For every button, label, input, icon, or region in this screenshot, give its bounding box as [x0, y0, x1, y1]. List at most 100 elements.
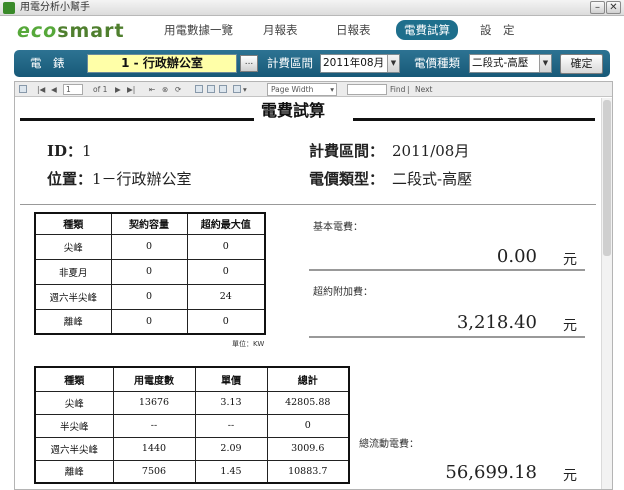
column-header: 總計: [266, 366, 350, 392]
page-number-input[interactable]: 1: [63, 84, 83, 95]
print-icon[interactable]: [195, 85, 203, 93]
table-row: 週六半尖峰 1440 2.09 3009.6: [34, 436, 350, 461]
basic-fee-label: 基本電費：: [313, 222, 363, 233]
rate-type-label: 電價種類: [414, 56, 460, 70]
next-link[interactable]: Next: [415, 82, 432, 97]
previous-page-icon[interactable]: ◀: [51, 82, 57, 97]
last-page-icon[interactable]: ▶|: [127, 82, 135, 97]
id-label: ID：: [47, 142, 83, 160]
table-cell: 尖峰: [34, 390, 114, 415]
find-input[interactable]: [347, 84, 387, 95]
page-count: of 1: [93, 85, 108, 94]
table-cell: 0: [266, 413, 350, 438]
overage-fee-value: 3,218.40: [456, 312, 537, 333]
find-link[interactable]: Find: [390, 82, 405, 97]
title-rule-left: [20, 118, 254, 121]
toggle-sidebar-icon[interactable]: [19, 85, 27, 93]
id-row: ID：1: [47, 142, 92, 160]
variable-fee-unit: 元: [563, 468, 577, 484]
table-cell: 非夏月: [34, 258, 112, 285]
nav-monthly-report[interactable]: 月報表: [263, 20, 298, 40]
first-page-icon[interactable]: |◀: [37, 82, 45, 97]
chevron-down-icon: ▾: [330, 85, 334, 94]
location-value: 1－行政辦公室: [92, 170, 192, 188]
table-row: 半尖峰 -- -- 0: [34, 413, 350, 438]
meter-browse-button[interactable]: ...: [240, 55, 258, 72]
export-icon[interactable]: [233, 85, 241, 93]
variable-fee-label: 總流動電費：: [359, 439, 419, 450]
table-cell: 0: [186, 233, 266, 260]
table-cell: 42805.88: [266, 390, 350, 415]
table-cell: 13676: [112, 390, 196, 415]
table-cell: 0: [110, 308, 188, 335]
location-row: 位置：1－行政辦公室: [47, 170, 192, 188]
column-header: 單價: [194, 366, 268, 392]
contract-capacity-table: 種類 契約容量 超約最大值 尖峰 0 0 非夏月 0 0 週六半尖峰 0 24 …: [34, 212, 266, 335]
minimize-button[interactable]: –: [590, 1, 605, 14]
nav-daily-report[interactable]: 日報表: [336, 20, 371, 40]
table-cell: 半尖峰: [34, 413, 114, 438]
report-toolbar: |◀ ◀ 1 of 1 ▶ ▶| ⇤ ⊗ ⟳ ▾ Page Width ▾ Fi…: [15, 82, 612, 97]
usage-table: 種類 用電度數 單價 總計 尖峰 13676 3.13 42805.88 半尖峰…: [34, 366, 350, 484]
table-cell: 尖峰: [34, 233, 112, 260]
rate-type-select[interactable]: 二段式-高壓 ▼: [469, 54, 552, 73]
table-cell: 週六半尖峰: [34, 436, 114, 461]
location-label: 位置：: [47, 170, 93, 188]
basic-fee-rule: [309, 269, 585, 271]
confirm-button[interactable]: 確定: [560, 54, 603, 74]
basic-fee-unit: 元: [563, 252, 577, 268]
title-rule-right: [353, 118, 595, 121]
column-header: 種類: [34, 366, 114, 392]
nav-bill-estimate[interactable]: 電費試算: [396, 20, 458, 40]
period-select[interactable]: 2011年08月 ▼: [320, 54, 400, 73]
table-cell: 1.45: [194, 459, 268, 484]
meter-label: 電 錶: [30, 56, 65, 70]
period-row: 計費區間： 2011/08月: [309, 142, 469, 160]
table-cell: 0: [110, 258, 188, 285]
table-cell: 離峰: [34, 459, 114, 484]
table-row: 尖峰 13676 3.13 42805.88: [34, 390, 350, 415]
table-cell: 10883.7: [266, 459, 350, 484]
table-cell: 7506: [112, 459, 196, 484]
scrollbar-thumb[interactable]: [603, 100, 611, 256]
nav-usage-overview[interactable]: 用電數據一覽: [164, 20, 233, 40]
rate-type-row: 電價類型： 二段式-高壓: [309, 170, 472, 188]
chevron-down-icon: ▼: [387, 55, 399, 72]
column-header: 種類: [34, 212, 112, 235]
print-layout-icon[interactable]: [207, 85, 215, 93]
back-icon[interactable]: ⇤: [149, 82, 155, 97]
app-icon: [3, 2, 15, 14]
table-row: 尖峰 0 0: [34, 233, 266, 260]
period-value: 2011/08月: [392, 142, 470, 160]
toolbar-divider: |: [407, 85, 410, 94]
zoom-select[interactable]: Page Width ▾: [267, 83, 337, 96]
window-title: 用電分析小幫手: [20, 2, 90, 13]
close-button[interactable]: ✕: [606, 1, 621, 14]
report-scrollbar[interactable]: [601, 98, 612, 489]
stop-icon[interactable]: ⊗: [162, 82, 168, 97]
window-title-bar: 用電分析小幫手 – ✕: [0, 0, 624, 16]
nav-settings[interactable]: 設 定: [480, 20, 515, 40]
table-cell: 0: [110, 233, 188, 260]
page-setup-icon[interactable]: [219, 85, 227, 93]
next-page-icon[interactable]: ▶: [115, 82, 121, 97]
column-header: 契約容量: [110, 212, 188, 235]
table-cell: 0: [110, 283, 188, 310]
export-dropdown-icon[interactable]: ▾: [243, 82, 247, 97]
table-cell: 24: [186, 283, 266, 310]
section-divider: [20, 204, 596, 205]
refresh-icon[interactable]: ⟳: [175, 82, 181, 97]
rate-type-label-report: 電價類型：: [309, 170, 385, 188]
ecosmart-logo: ecosmart: [17, 20, 125, 42]
column-header: 用電度數: [112, 366, 196, 392]
overage-fee-label: 超約附加費：: [313, 287, 373, 298]
table-cell: 3.13: [194, 390, 268, 415]
table-header-row: 種類 契約容量 超約最大值: [34, 212, 266, 235]
report-viewer: |◀ ◀ 1 of 1 ▶ ▶| ⇤ ⊗ ⟳ ▾ Page Width ▾ Fi…: [14, 81, 613, 490]
table-cell: --: [112, 413, 196, 438]
period-label-report: 計費區間：: [309, 142, 385, 160]
meter-field[interactable]: 1 - 行政辦公室: [87, 54, 237, 73]
id-value: 1: [82, 142, 92, 160]
table-cell: --: [194, 413, 268, 438]
table-cell: 0: [186, 258, 266, 285]
